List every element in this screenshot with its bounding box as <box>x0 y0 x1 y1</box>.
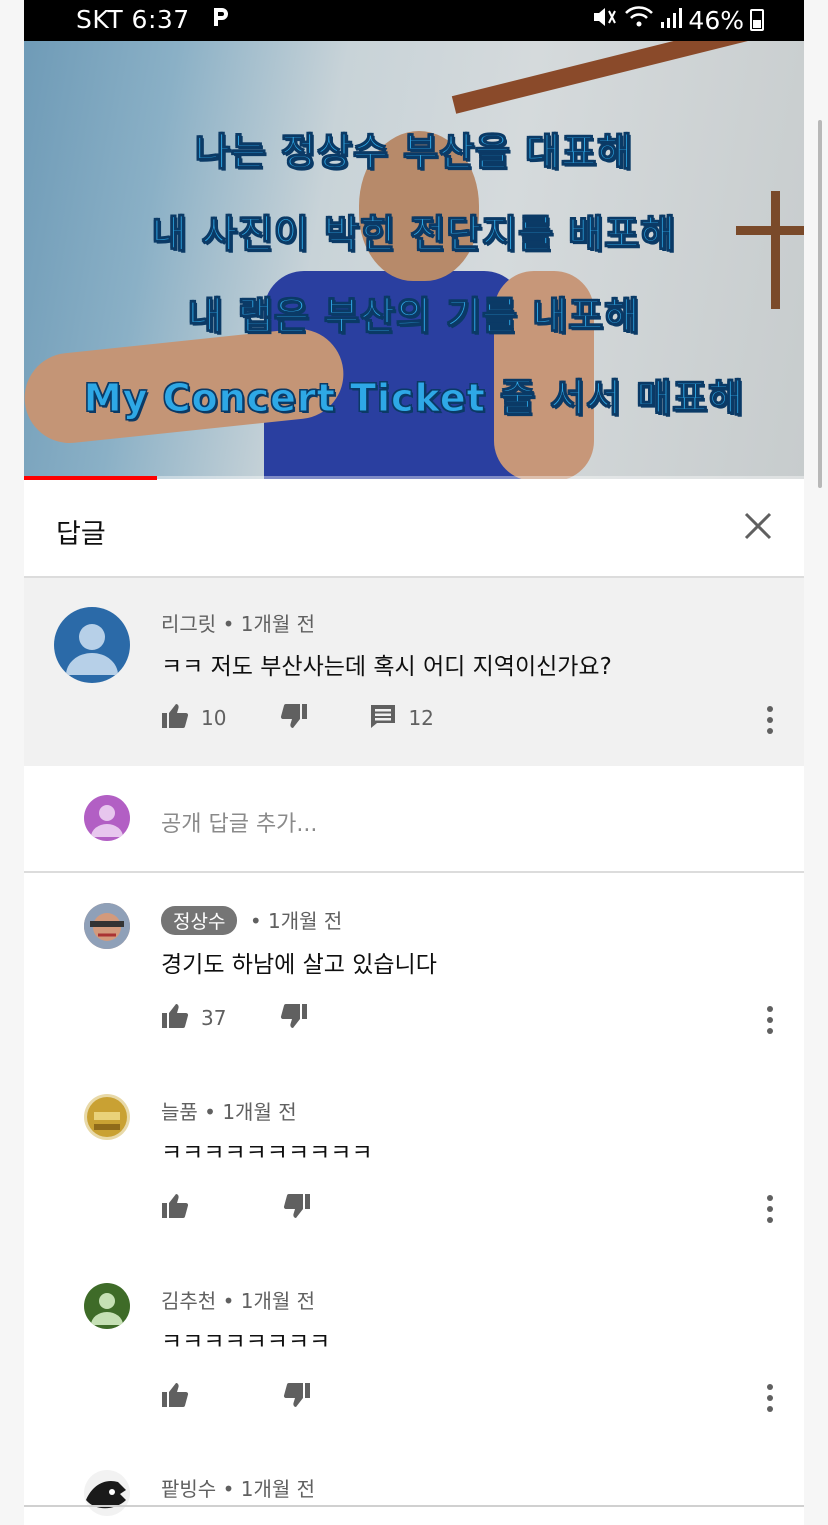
meta-separator: • <box>222 1289 235 1313</box>
dislike-button[interactable] <box>280 703 308 734</box>
mute-icon <box>592 5 618 35</box>
comment-time: 1개월 전 <box>267 909 343 933</box>
comment-text: ㅋㅋㅋㅋㅋㅋㅋㅋㅋㅋ <box>161 1140 373 1166</box>
comment-meta: 정상수 • 1개월 전 <box>161 905 342 935</box>
like-button[interactable] <box>161 1382 189 1413</box>
like-icon <box>161 1382 189 1413</box>
reply-count: 12 <box>408 706 434 730</box>
dislike-icon <box>283 1382 311 1413</box>
battery-icon <box>750 9 764 31</box>
app-frame: SKT 6:37 46% 나는 정상수 부산을 대표해 내 사진이 박힌 전단지… <box>24 0 804 1525</box>
status-left: SKT 6:37 <box>76 5 230 34</box>
replies-title: 답글 <box>56 519 106 550</box>
avatar[interactable] <box>54 607 130 683</box>
avatar[interactable] <box>84 903 130 949</box>
like-button[interactable]: 37 <box>161 1003 226 1034</box>
dislike-icon <box>280 1003 308 1034</box>
like-icon <box>161 703 189 734</box>
my-avatar <box>84 795 130 841</box>
comment-time: 1개월 전 <box>240 612 316 636</box>
comment-text: ㅋㅋ 저도 부산사는데 혹시 어디 지역이신가요? <box>161 654 612 680</box>
more-vert-icon[interactable] <box>765 1193 775 1227</box>
reply-count-icon <box>370 703 396 734</box>
parking-app-icon <box>212 6 230 34</box>
replies-header: 답글 <box>24 480 804 576</box>
carrier: SKT <box>76 5 124 34</box>
dislike-icon <box>283 1193 311 1224</box>
meta-separator: • <box>222 1477 235 1501</box>
meta-separator: • <box>204 1100 216 1124</box>
lyric-line: My Concert Ticket 줄 서서 매표해 <box>83 376 745 421</box>
close-icon[interactable] <box>742 510 774 542</box>
comment-actions <box>161 1192 311 1224</box>
battery-percent: 46% <box>688 5 744 35</box>
lyric-line: 내 랩은 부산의 기를 내포해 <box>187 294 641 339</box>
comment-author[interactable]: 늘품 <box>161 1100 198 1124</box>
like-count: 10 <box>201 706 227 730</box>
lyric-line: 내 사진이 박힌 전단지를 배포해 <box>151 212 677 257</box>
bottom-divider <box>24 1505 804 1507</box>
avatar[interactable] <box>84 1283 130 1329</box>
comment-text: ㅋㅋㅋㅋㅋㅋㅋㅋ <box>161 1329 331 1355</box>
comment-author[interactable]: 리그릿 <box>161 612 216 636</box>
channel-owner-badge[interactable]: 정상수 <box>161 906 238 935</box>
signal-icon <box>660 6 683 35</box>
avatar[interactable] <box>84 1470 130 1516</box>
add-reply-input[interactable]: 공개 답글 추가... <box>161 806 317 838</box>
dislike-button[interactable] <box>283 1193 311 1224</box>
comment-meta: 김추천 • 1개월 전 <box>161 1285 315 1314</box>
lyrics-overlay: 나는 정상수 부산을 대표해 내 사진이 박힌 전단지를 배포해 내 랩은 부산… <box>24 41 804 479</box>
comment-time: 1개월 전 <box>240 1289 316 1313</box>
comment-meta: 팥빙수 • 1개월 전 <box>161 1473 315 1502</box>
more-vert-icon[interactable] <box>765 704 775 738</box>
avatar[interactable] <box>84 1094 130 1140</box>
status-right: 46% <box>592 5 764 35</box>
parent-comment: 리그릿 • 1개월 전 ㅋㅋ 저도 부산사는데 혹시 어디 지역이신가요? 10… <box>24 578 804 766</box>
comment-meta: 리그릿 • 1개월 전 <box>161 608 315 637</box>
comment-actions: 10 12 <box>161 702 434 734</box>
comment-meta: 늘품 • 1개월 전 <box>161 1096 297 1125</box>
clock: 6:37 <box>131 5 190 34</box>
comment-time: 1개월 전 <box>240 1477 316 1501</box>
comment-time: 1개월 전 <box>222 1100 297 1124</box>
more-vert-icon[interactable] <box>765 1004 775 1038</box>
replies-count-button[interactable]: 12 <box>370 703 434 734</box>
like-icon <box>161 1193 189 1224</box>
dislike-icon <box>280 703 308 734</box>
dislike-button[interactable] <box>280 1003 308 1034</box>
scrollbar[interactable] <box>818 120 822 488</box>
comment-actions: 37 <box>161 1002 308 1034</box>
meta-separator: • <box>249 909 262 933</box>
like-button[interactable] <box>161 1193 189 1224</box>
like-icon <box>161 1003 189 1034</box>
status-bar: SKT 6:37 46% <box>24 0 804 41</box>
video-player[interactable]: 나는 정상수 부산을 대표해 내 사진이 박힌 전단지를 배포해 내 랩은 부산… <box>24 41 804 479</box>
comment-actions <box>161 1381 311 1413</box>
comment-author[interactable]: 팥빙수 <box>161 1477 216 1501</box>
add-reply-row[interactable]: 공개 답글 추가... <box>24 766 804 872</box>
comment-author[interactable]: 김추천 <box>161 1289 216 1313</box>
wifi-icon <box>624 5 654 35</box>
lyric-line: 나는 정상수 부산을 대표해 <box>194 130 634 175</box>
more-vert-icon[interactable] <box>765 1382 775 1416</box>
like-count: 37 <box>201 1006 227 1030</box>
like-button[interactable]: 10 <box>161 703 226 734</box>
dislike-button[interactable] <box>283 1382 311 1413</box>
meta-separator: • <box>222 612 235 636</box>
comment-text: 경기도 하남에 살고 있습니다 <box>161 952 437 978</box>
reply-divider <box>24 871 804 873</box>
